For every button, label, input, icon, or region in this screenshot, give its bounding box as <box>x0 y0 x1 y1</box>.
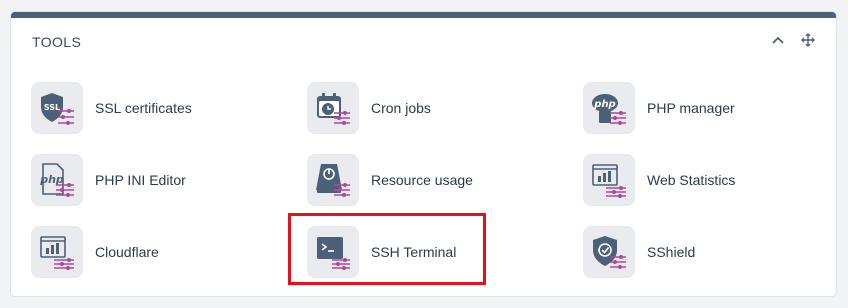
move-arrows-icon <box>801 33 815 47</box>
tool-label: Web Statistics <box>647 172 736 188</box>
svg-text:SSL: SSL <box>44 103 60 112</box>
tool-cron-jobs[interactable]: Cron jobs <box>307 82 547 134</box>
tool-label: Resource usage <box>371 172 473 188</box>
shield-check-icon <box>583 226 635 278</box>
move-button[interactable] <box>798 30 818 50</box>
php-badge-icon: php <box>583 82 635 134</box>
tool-label: SSH Terminal <box>371 244 457 260</box>
tool-label: Cron jobs <box>371 100 431 116</box>
tool-cloudflare[interactable]: Cloudflare <box>31 226 271 278</box>
tool-label: PHP INI Editor <box>95 172 186 188</box>
statistics-chart-icon <box>583 154 635 206</box>
chevron-up-icon <box>772 36 784 44</box>
tool-ssh-terminal[interactable]: SSH Terminal <box>307 226 547 278</box>
collapse-button[interactable] <box>768 30 788 50</box>
tool-label: SSL certificates <box>95 100 192 116</box>
tool-label: Cloudflare <box>95 244 159 260</box>
tool-ssl-certificates[interactable]: SSL SSL certificates <box>31 82 271 134</box>
php-file-icon: php <box>31 154 83 206</box>
tool-sshield[interactable]: SShield <box>583 226 823 278</box>
tools-panel: TOOLS SSL SSL certificates Cron jobs php… <box>10 11 837 297</box>
terminal-icon <box>307 226 359 278</box>
tool-php-manager[interactable]: php PHP manager <box>583 82 823 134</box>
tool-web-statistics[interactable]: Web Statistics <box>583 154 823 206</box>
svg-text:php: php <box>593 99 615 110</box>
tool-php-ini-editor[interactable]: php PHP INI Editor <box>31 154 271 206</box>
panel-title: TOOLS <box>32 34 82 50</box>
tool-label: SShield <box>647 244 696 260</box>
tool-label: PHP manager <box>647 100 735 116</box>
disk-usage-icon <box>307 154 359 206</box>
panel-top-bar <box>11 12 836 18</box>
svg-text:php: php <box>39 173 64 186</box>
calendar-clock-icon <box>307 82 359 134</box>
tool-resource-usage[interactable]: Resource usage <box>307 154 547 206</box>
cloudflare-chart-icon <box>31 226 83 278</box>
ssl-shield-icon: SSL <box>31 82 83 134</box>
